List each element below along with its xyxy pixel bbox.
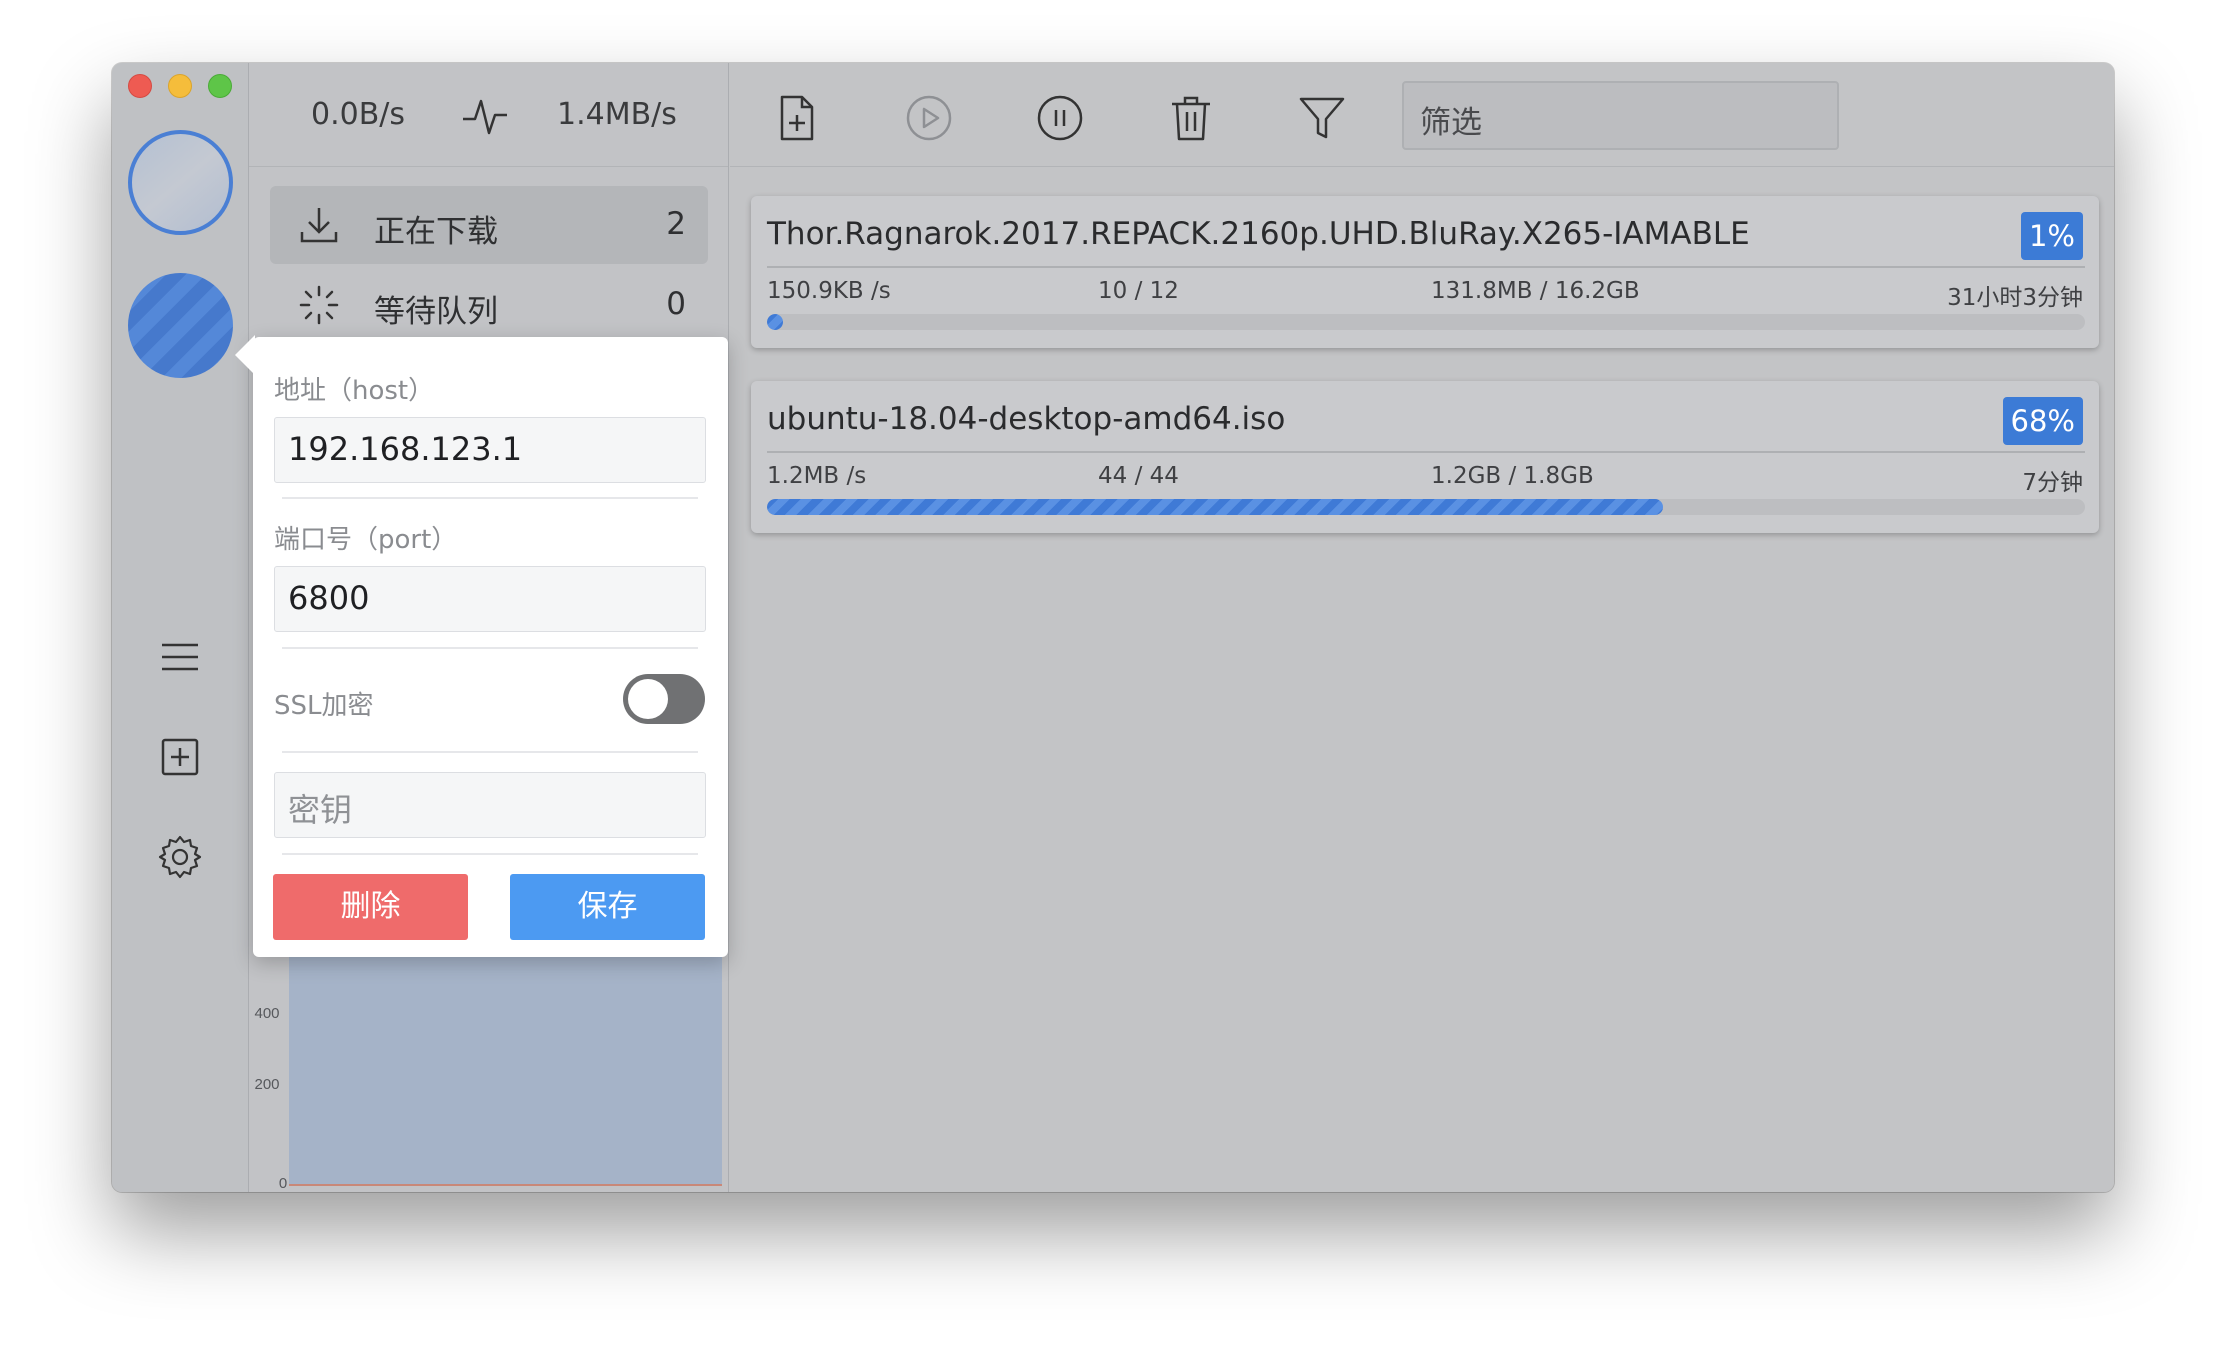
maximize-window-button[interactable] bbox=[208, 74, 232, 98]
task-connections: 10 / 12 bbox=[1098, 278, 1179, 304]
task-name: ubuntu-18.04-desktop-amd64.iso bbox=[767, 401, 1286, 437]
port-input[interactable]: 6800 bbox=[274, 566, 706, 632]
divider bbox=[282, 647, 698, 649]
close-window-button[interactable] bbox=[128, 74, 152, 98]
minimize-window-button[interactable] bbox=[168, 74, 192, 98]
queue-item-downloading[interactable]: 正在下载 2 bbox=[270, 186, 708, 264]
task-connections: 44 / 44 bbox=[1098, 463, 1179, 489]
port-label: 端口号（port） bbox=[274, 525, 458, 555]
toolbar: 筛选 bbox=[730, 63, 2114, 167]
task-percent-badge: 68% bbox=[2002, 397, 2083, 445]
play-icon[interactable] bbox=[904, 93, 954, 143]
divider bbox=[282, 853, 698, 855]
task-card[interactable]: Thor.Ragnarok.2017.REPACK.2160p.UHD.BluR… bbox=[751, 196, 2099, 348]
secret-input[interactable]: 密钥 bbox=[274, 772, 706, 838]
save-button[interactable]: 保存 bbox=[510, 874, 705, 940]
chart-area bbox=[289, 933, 722, 1186]
queue-count: 0 bbox=[666, 286, 686, 322]
task-speed: 150.9KB /s bbox=[767, 278, 891, 304]
filter-input[interactable]: 筛选 bbox=[1402, 81, 1839, 150]
task-divider bbox=[767, 266, 2085, 268]
queue-label: 正在下载 bbox=[374, 214, 498, 250]
chart-y-tick: 0 bbox=[279, 1175, 287, 1192]
task-card[interactable]: ubuntu-18.04-desktop-amd64.iso 68% 1.2MB… bbox=[751, 381, 2099, 533]
divider bbox=[282, 751, 698, 753]
server-settings-popover: 地址（host） 192.168.123.1 端口号（port） 6800 SS… bbox=[235, 335, 728, 957]
task-speed: 1.2MB /s bbox=[767, 463, 867, 489]
task-remaining: 7分钟 bbox=[2022, 470, 2083, 496]
pulse-icon bbox=[463, 99, 507, 135]
task-divider bbox=[767, 451, 2085, 453]
task-progress-fill bbox=[767, 314, 783, 330]
download-speed: 1.4MB/s bbox=[557, 97, 677, 132]
ssl-label: SSL加密 bbox=[274, 691, 374, 721]
queue-item-waiting[interactable]: 等待队列 0 bbox=[270, 266, 708, 344]
toggle-knob bbox=[628, 679, 668, 719]
speed-chart: 600 400 200 0 bbox=[254, 933, 722, 1192]
task-remaining: 31小时3分钟 bbox=[1947, 285, 2083, 311]
trash-icon[interactable] bbox=[1166, 93, 1216, 143]
server-avatar-2[interactable] bbox=[128, 273, 233, 378]
queue-count: 2 bbox=[666, 206, 686, 242]
server-avatar-1[interactable] bbox=[128, 130, 233, 235]
task-progress-track bbox=[767, 314, 2085, 330]
chart-y-tick: 400 bbox=[254, 1005, 279, 1022]
add-icon[interactable] bbox=[156, 733, 204, 781]
task-name: Thor.Ragnarok.2017.REPACK.2160p.UHD.BluR… bbox=[767, 216, 1750, 252]
upload-speed: 0.0B/s bbox=[311, 97, 406, 132]
ssl-toggle[interactable] bbox=[623, 674, 705, 724]
task-progress-fill bbox=[767, 499, 1664, 515]
delete-button[interactable]: 删除 bbox=[273, 874, 468, 940]
download-icon bbox=[300, 208, 338, 243]
pause-icon[interactable] bbox=[1035, 93, 1085, 143]
main-panel: 筛选 Thor.Ragnarok.2017.REPACK.2160p.UHD.B… bbox=[730, 63, 2114, 1192]
task-progress-track bbox=[767, 499, 2085, 515]
speed-bar: 0.0B/s 1.4MB/s bbox=[249, 63, 728, 167]
task-size: 1.2GB / 1.8GB bbox=[1431, 463, 1594, 489]
left-rail bbox=[112, 63, 249, 1192]
filter-icon[interactable] bbox=[1297, 93, 1347, 143]
task-size: 131.8MB / 16.2GB bbox=[1431, 278, 1640, 304]
spinner-icon bbox=[299, 285, 339, 325]
host-input[interactable]: 192.168.123.1 bbox=[274, 417, 706, 483]
divider bbox=[282, 497, 698, 499]
menu-icon[interactable] bbox=[156, 633, 204, 681]
gear-icon[interactable] bbox=[156, 833, 204, 881]
popover-arrow bbox=[235, 335, 255, 375]
task-percent-badge: 1% bbox=[2020, 212, 2083, 260]
new-file-icon[interactable] bbox=[772, 93, 822, 143]
host-label: 地址（host） bbox=[274, 376, 435, 406]
chart-y-tick: 200 bbox=[254, 1076, 279, 1093]
queue-label: 等待队列 bbox=[374, 294, 498, 330]
